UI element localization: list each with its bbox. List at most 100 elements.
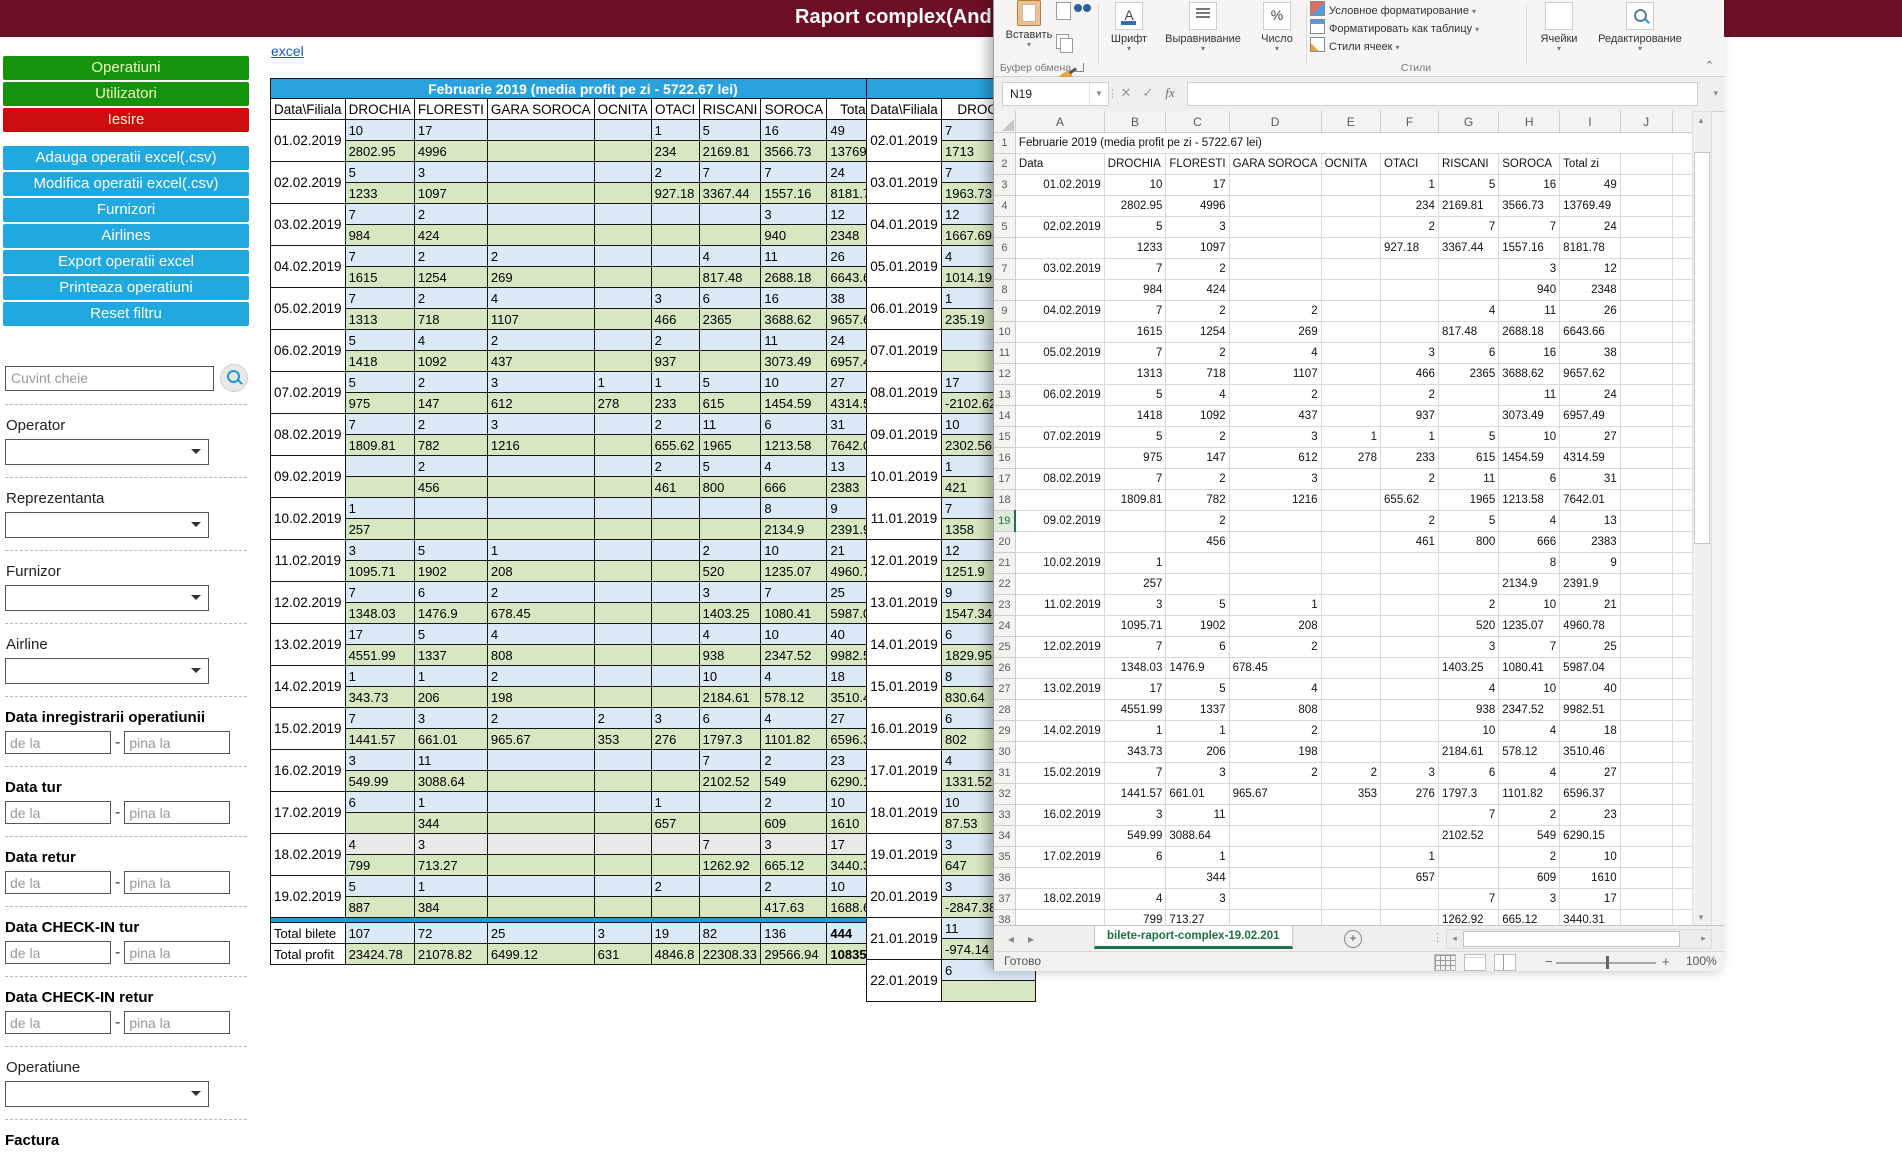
cell[interactable]: 609	[1499, 868, 1560, 889]
cell[interactable]	[1321, 595, 1380, 616]
cell[interactable]: 1262.92	[1438, 910, 1498, 926]
cell[interactable]	[1672, 700, 1693, 721]
row-header-36[interactable]: 36	[994, 868, 1015, 889]
zoom-slider-handle[interactable]	[1606, 956, 1609, 969]
cell[interactable]: 7	[1104, 301, 1166, 322]
cell[interactable]	[1620, 826, 1672, 847]
cell[interactable]	[1438, 259, 1498, 280]
cell[interactable]	[1229, 574, 1321, 595]
cell[interactable]	[1015, 742, 1104, 763]
cell[interactable]	[1015, 364, 1104, 385]
cell[interactable]	[1321, 364, 1380, 385]
cell[interactable]: 4	[1499, 511, 1560, 532]
cell[interactable]: 2	[1166, 511, 1229, 532]
cell[interactable]: 03.02.2019	[1015, 259, 1104, 280]
cell[interactable]	[1672, 490, 1693, 511]
editing-group-button[interactable]: Редактирование ▾	[1590, 2, 1690, 52]
sidebar-item-iesire[interactable]: Iesire	[3, 108, 249, 132]
row-header-25[interactable]: 25	[994, 637, 1015, 658]
row-header-31[interactable]: 31	[994, 763, 1015, 784]
cell[interactable]	[1321, 280, 1380, 301]
search-button[interactable]	[220, 364, 248, 392]
cell[interactable]	[1381, 280, 1439, 301]
cell[interactable]: 3440.31	[1560, 910, 1621, 926]
cell[interactable]	[1015, 826, 1104, 847]
cell[interactable]: 8181.78	[1560, 238, 1621, 259]
row-header-11[interactable]: 11	[994, 343, 1015, 364]
cell[interactable]: 578.12	[1499, 742, 1560, 763]
cell[interactable]	[1381, 700, 1439, 721]
cell[interactable]	[1321, 490, 1380, 511]
cell[interactable]: 17	[1560, 889, 1621, 910]
cell[interactable]	[1620, 805, 1672, 826]
cell[interactable]: 3	[1229, 427, 1321, 448]
cell[interactable]	[1620, 301, 1672, 322]
cell[interactable]: 2	[1229, 385, 1321, 406]
cell[interactable]	[1672, 259, 1693, 280]
row-header-20[interactable]: 20	[994, 532, 1015, 553]
row-header-27[interactable]: 27	[994, 679, 1015, 700]
cell[interactable]	[1672, 511, 1693, 532]
cell[interactable]: 24	[1560, 385, 1621, 406]
sidebar-item-utilizatori[interactable]: Utilizatori	[3, 82, 249, 106]
cell[interactable]: 1	[1166, 847, 1229, 868]
cell[interactable]	[1229, 805, 1321, 826]
cell[interactable]	[1672, 385, 1693, 406]
row-header-24[interactable]: 24	[994, 616, 1015, 637]
cell[interactable]: 3367.44	[1438, 238, 1498, 259]
cell[interactable]	[1620, 574, 1672, 595]
cell[interactable]	[1620, 196, 1672, 217]
cell[interactable]	[1620, 595, 1672, 616]
cell[interactable]	[1229, 238, 1321, 259]
cell[interactable]	[1620, 553, 1672, 574]
cell[interactable]: 1610	[1560, 868, 1621, 889]
cancel-formula-icon[interactable]: ✕	[1116, 82, 1136, 104]
cell[interactable]	[1672, 868, 1693, 889]
cell[interactable]: 5	[1104, 427, 1166, 448]
cell[interactable]: 5	[1438, 511, 1498, 532]
cell[interactable]: 1348.03	[1104, 658, 1166, 679]
cell[interactable]	[1321, 574, 1380, 595]
dialog-launcher-icon[interactable]	[1075, 63, 1084, 72]
cell[interactable]: 11	[1166, 805, 1229, 826]
cell[interactable]: 615	[1438, 448, 1498, 469]
cell[interactable]	[1672, 637, 1693, 658]
cell[interactable]: 1254	[1166, 322, 1229, 343]
row-header-23[interactable]: 23	[994, 595, 1015, 616]
cell[interactable]: 17	[1104, 679, 1166, 700]
zoom-out-icon[interactable]: −	[1545, 954, 1553, 969]
row-header-13[interactable]: 13	[994, 385, 1015, 406]
scroll-down-icon[interactable]: ▾	[1693, 909, 1709, 926]
cell[interactable]: 661.01	[1166, 784, 1229, 805]
cell[interactable]: 6	[1104, 847, 1166, 868]
cell[interactable]: 1080.41	[1499, 658, 1560, 679]
cell[interactable]: 16.02.2019	[1015, 805, 1104, 826]
cell[interactable]: 2688.18	[1499, 322, 1560, 343]
cell[interactable]: 718	[1166, 364, 1229, 385]
cell[interactable]: 4960.78	[1560, 616, 1621, 637]
cell[interactable]	[1321, 868, 1380, 889]
sidebar-item-operatiuni[interactable]: Operatiuni	[3, 56, 249, 80]
cell[interactable]: 14.02.2019	[1015, 721, 1104, 742]
row-header-35[interactable]: 35	[994, 847, 1015, 868]
cell[interactable]: 269	[1229, 322, 1321, 343]
sidebar-action-button[interactable]: Adauga operatii excel(.csv)	[3, 146, 249, 170]
cell-styles-button[interactable]: Стили ячеек▾	[1310, 37, 1522, 55]
cell[interactable]: 7	[1438, 805, 1498, 826]
cell[interactable]	[1321, 385, 1380, 406]
cell[interactable]: 21	[1560, 595, 1621, 616]
cell[interactable]: 9	[1560, 553, 1621, 574]
cell[interactable]: 5987.04	[1560, 658, 1621, 679]
date-from-input[interactable]	[5, 1011, 111, 1034]
sheet-nav-arrows[interactable]: ◂▸	[1008, 932, 1048, 946]
date-to-input[interactable]	[124, 801, 230, 824]
cell[interactable]	[1229, 889, 1321, 910]
cell[interactable]	[1620, 427, 1672, 448]
normal-view-icon[interactable]	[1434, 954, 1456, 971]
column-header-E[interactable]: E	[1321, 111, 1380, 133]
cells-group-button[interactable]: Ячейки ▾	[1530, 2, 1588, 52]
cell[interactable]: 800	[1438, 532, 1498, 553]
cell[interactable]: 2	[1166, 427, 1229, 448]
cell[interactable]: 1476.9	[1166, 658, 1229, 679]
cell[interactable]	[1620, 259, 1672, 280]
